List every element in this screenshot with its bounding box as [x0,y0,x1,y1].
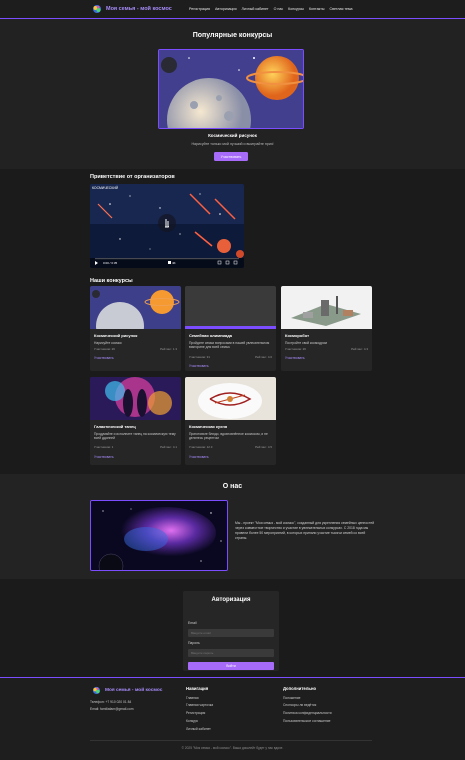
card-body: Семейная олимпиада Пройдите семьи вопрос… [189,333,272,350]
greeting-section: Приветствие от организаторов КОСМИЧЕСКИЙ [0,169,465,274]
popular-item-name: Космический рисунок [208,133,257,138]
card-body: Косморобот Постройте свой космодром [285,333,368,345]
card-body: Космический рисунок Нарисуйте космос [94,333,177,345]
footer-nav-link[interactable]: Личный кабинет [186,727,211,731]
nav-register[interactable]: Регистрация [189,7,210,11]
card-desc: Приготовьте блюдо, вдохновлённое космосо… [189,432,268,441]
contest-card[interactable]: Галактический танец Продумайте и исполни… [90,377,181,465]
card-title: Галактический танец [94,424,136,429]
auth-section: Авторизация Email Пароль Войти [0,579,465,677]
footer-logo[interactable]: Моя семья - мой космос [92,686,162,695]
contest-card[interactable]: Семейная олимпиада Пройдите семьи вопрос… [185,286,276,371]
footer-email[interactable]: Email: familiafam@gmail.com [90,707,133,711]
footer-nav-link[interactable]: Главная [186,696,199,700]
footer-nav-link[interactable]: Главная чарточка [186,703,213,707]
footer-extra-link[interactable]: Спонсоры ли ведётся [283,703,316,707]
auth-title: Авторизация [211,597,251,603]
copyright: © 2025 "Моя семья - мой космос". Ваша ди… [181,746,284,750]
about-title: О нас [222,483,243,490]
footer-divider [90,740,372,741]
email-label: Email [188,621,197,625]
card-rating: Рейтинг: 4.5 [255,445,272,449]
participate-button[interactable]: Участвовать [214,152,248,161]
footer-extra-link[interactable]: Положение [283,696,300,700]
card-participate-link[interactable]: Участвовать [94,356,114,360]
logo-icon [93,5,101,13]
footer-nav-link[interactable]: Регистрация [186,711,205,715]
play-icon[interactable] [158,214,176,232]
footer-phone: Телефон: +7 910 020 01 84 [90,700,132,704]
footer-nav-link[interactable]: Конкурс [186,719,198,723]
card-desc: Нарисуйте космос [94,341,122,345]
card-body: Космическая кухня Приготовьте блюдо, вдо… [189,424,272,441]
card-title: Косморобот [285,333,310,338]
footer-extra-link[interactable]: Политика конфиденциальности [283,711,332,715]
contest-card[interactable]: Космическая кухня Приготовьте блюдо, вдо… [185,377,276,465]
card-rating: Рейтинг: 4.0 [255,355,272,359]
contest-card[interactable]: Косморобот Постройте свой космодром Учас… [281,286,372,371]
logo[interactable]: Моя семья - мой космос [92,4,172,14]
card-image [281,286,372,329]
video-time: 0:00 / 0:35 [103,261,118,265]
card-title: Космический рисунок [94,333,138,338]
card-participants: Участников: 26 [285,347,306,351]
logo-text: Моя семья - мой космос [106,6,172,12]
site-footer: Моя семья - мой космос Телефон: +7 910 0… [0,677,465,760]
card-rating: Рейтинг: 1.3 [160,347,177,351]
video-label: КОСМИЧЕСКИЙ [92,186,119,190]
about-image [90,500,228,571]
card-title: Семейная олимпиада [189,333,232,338]
card-participants: Участников: 12.3 [189,445,213,449]
nav-contests[interactable]: Конкурсы [288,7,304,11]
card-rating: Рейтинг: 4.3 [351,347,368,351]
login-button[interactable]: Войти [188,662,274,670]
site-header: Моя семья - мой космос Регистрация Автор… [0,0,465,19]
email-field[interactable] [188,629,274,637]
video-controls: 0:00 / 0:35 4K [90,258,244,268]
footer-nav-title: Навигация [186,686,209,691]
card-title: Космическая кухня [189,424,228,429]
card-participants: Участников: 1 [94,445,114,449]
video-quality[interactable]: 4K [172,261,176,265]
nav-contacts[interactable]: Контакты [309,7,325,11]
nav-about[interactable]: О нас [274,7,284,11]
card-rating: Рейтинг: 4.1 [160,445,177,449]
popular-section: Популярные конкурсы Космический рисунок … [0,19,465,169]
main-nav: Регистрация Авторизация Личный кабинет О… [189,7,353,11]
nav-account[interactable]: Личный кабинет [242,7,269,11]
popular-item-desc: Нарисуйте только мой лучший и выиграйте … [191,142,274,146]
contests-section: Наши конкурсы Космический рисунок Нарису… [0,274,465,474]
greeting-title: Приветствие от организаторов [90,174,175,180]
footer-logo-text: Моя семья - мой космос [105,688,163,693]
card-participate-link[interactable]: Участвовать [189,364,209,368]
video-player[interactable]: КОСМИЧЕСКИЙ 0:00 / 0:35 4K [90,184,244,268]
about-text: Мы - проект "Моя семья - мой космос", со… [235,521,375,540]
card-desc: Продумайте и исполните танец на космичес… [94,432,176,441]
footer-extra-title: Дополнительно [283,686,317,691]
card-participate-link[interactable]: Участвовать [189,455,209,459]
card-participate-link[interactable]: Участвовать [94,455,114,459]
card-participants: Участников: 31 [189,355,210,359]
popular-image [158,49,304,129]
card-participate-link[interactable]: Участвовать [285,356,305,360]
card-image [90,377,181,420]
logo-icon [92,686,101,695]
contest-card[interactable]: Космический рисунок Нарисуйте космос Уча… [90,286,181,371]
password-field[interactable] [188,649,274,657]
card-desc: Пройдите семьи вопросами в нашей увлекат… [189,341,270,350]
card-image [185,377,276,420]
auth-form: Авторизация Email Пароль Войти [183,591,279,671]
card-image [90,286,181,329]
nav-login[interactable]: Авторизация [215,7,237,11]
card-image [185,286,276,329]
popular-title: Популярные конкурсы [192,32,273,39]
about-section: О нас Мы - проект "Моя семья - мой космо… [0,474,465,579]
footer-extra-link[interactable]: Пользовательское соглашение [283,719,331,723]
password-label: Пароль [188,641,200,645]
card-participants: Участников: 26 [94,347,115,351]
card-desc: Постройте свой космодром [285,341,327,345]
card-body: Галактический танец Продумайте и исполни… [94,424,177,441]
nav-theme-toggle[interactable]: Светлая тема [330,7,353,11]
contests-title: Наши конкурсы [90,278,133,284]
